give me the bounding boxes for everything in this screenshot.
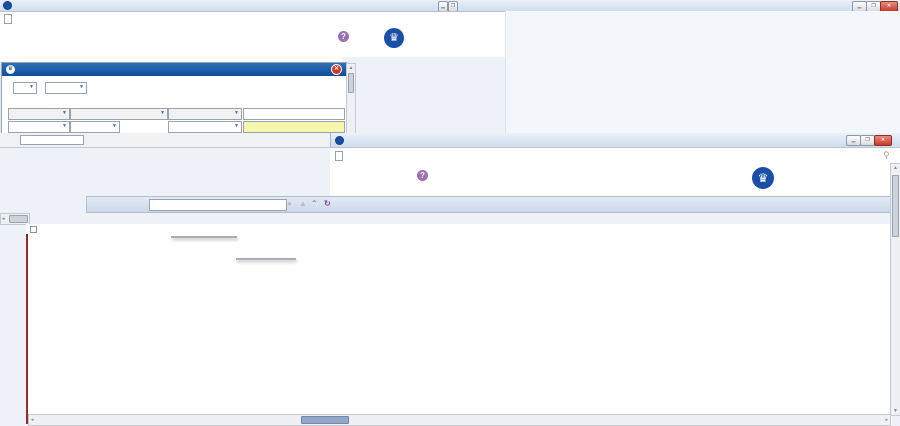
chrome-favicon: [335, 136, 344, 145]
refresh-icon[interactable]: ↻: [324, 198, 331, 210]
dialog-options-row: ▼ ▼: [9, 82, 95, 94]
scheme-select-1[interactable]: ▼: [8, 108, 70, 120]
key-icon[interactable]: ⚲: [883, 150, 890, 161]
collapse-icon[interactable]: ⌃: [311, 198, 318, 210]
background-window-area: [505, 11, 900, 133]
help-button[interactable]: ?: [412, 165, 433, 192]
results-table: [26, 234, 892, 424]
dialog-close-icon[interactable]: ✕: [331, 64, 342, 75]
back-scrollbar[interactable]: ▲: [346, 63, 356, 135]
front-window-titlebar[interactable]: ▁ ❐ ✕: [330, 133, 900, 148]
dialog-titlebar[interactable]: ♛ ✕: [2, 63, 346, 76]
attribute-select-1[interactable]: ▼: [70, 108, 168, 120]
page-icon: [335, 151, 343, 161]
condition-select-2[interactable]: ▼: [168, 121, 242, 133]
maximize-button[interactable]: ❐: [860, 135, 875, 146]
favorite-icon[interactable]: ▲: [299, 198, 307, 210]
attribute-select-2[interactable]: ▼: [70, 121, 120, 133]
attribute-menu: [236, 258, 296, 260]
minimize-button[interactable]: ▁: [846, 135, 861, 146]
current-query-bar: ● ▲ ⌃ ↻: [86, 196, 891, 213]
page-icon: [4, 14, 12, 24]
value-input-2[interactable]: [243, 121, 345, 133]
search-icon[interactable]: ●: [287, 198, 292, 210]
close-button[interactable]: ✕: [874, 135, 892, 146]
scheme-menu: [171, 236, 237, 238]
select-all-checkbox[interactable]: [30, 226, 37, 233]
chrome-favicon: [3, 1, 12, 10]
nirvana-logo-icon: ♛: [384, 28, 404, 48]
scheme-select-2[interactable]: ▼: [8, 121, 70, 133]
help-icon: ?: [417, 170, 428, 181]
value-input-1[interactable]: [243, 108, 345, 120]
access-select[interactable]: ▼: [45, 82, 87, 94]
back-toolbar: ? ♛: [0, 24, 505, 57]
help-button[interactable]: ?: [333, 26, 354, 53]
condition-select-1[interactable]: ▼: [168, 108, 242, 120]
nirvana-mini-logo-icon: ♛: [6, 65, 15, 74]
current-query-input[interactable]: [149, 199, 287, 211]
nirvana-logo-icon: ♛: [752, 167, 774, 189]
front-toolbar: ? ♛: [330, 163, 890, 196]
help-icon: ?: [338, 31, 349, 42]
dialog-bottom-remnant: [0, 133, 330, 148]
find-input[interactable]: [20, 135, 84, 145]
desktop: ▁ ❐ ▁ ❐ ✕ ? ♛ ♛ ✕ ▼ ▼: [0, 0, 900, 426]
horizontal-scrollbar[interactable]: ◂ ▸: [28, 414, 891, 426]
vertical-scrollbar[interactable]: ▲ ▼: [890, 163, 900, 416]
conditions-select[interactable]: ▼: [13, 82, 37, 94]
find-objects-dialog: ♛ ✕ ▼ ▼ ▼ ▼ ▼ ▼ ▼ ▼: [1, 62, 347, 135]
